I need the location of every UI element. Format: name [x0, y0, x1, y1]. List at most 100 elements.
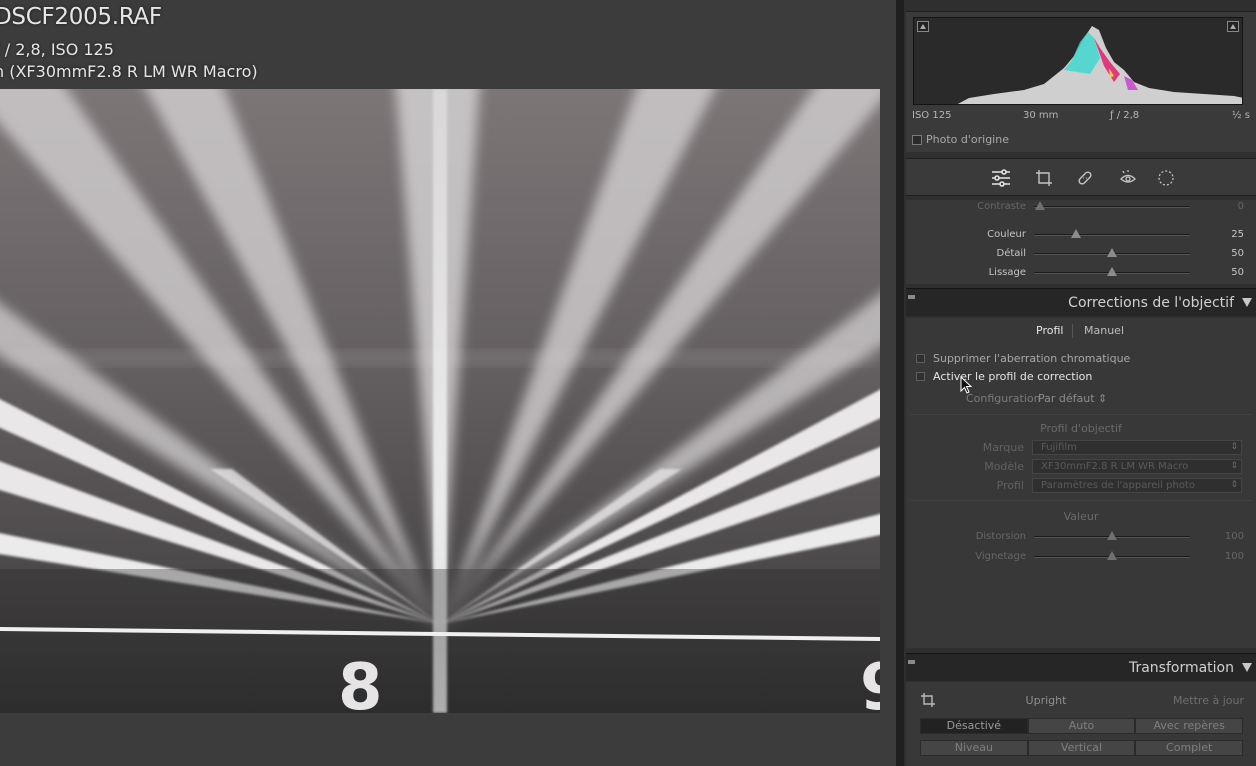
model-select[interactable]: XF30mmF2.8 R LM WR Macro — [1032, 459, 1242, 474]
red-eye-icon[interactable] — [1117, 167, 1139, 189]
panel-divider[interactable] — [896, 0, 904, 766]
smoothness-label: Lissage — [988, 267, 1026, 278]
section-switch-icon[interactable] — [908, 660, 915, 664]
distortion-thumb[interactable] — [1107, 531, 1117, 540]
divider — [910, 414, 1252, 415]
collapse-triangle-icon[interactable] — [1242, 663, 1252, 672]
histogram[interactable] — [913, 17, 1243, 105]
enable-profile-row[interactable]: Activer le profil de correction — [916, 370, 1092, 383]
photo-viewer[interactable]: DSCF2005.RAF f / 2,8, ISO 125 n (XF30mmF… — [0, 0, 896, 766]
upright-row-2: Niveau Vertical Complet — [920, 740, 1244, 756]
upright-guided-button[interactable]: Avec repères — [1135, 718, 1244, 734]
tab-profile[interactable]: Profil — [1036, 324, 1063, 337]
detail-track[interactable] — [1034, 248, 1190, 257]
enable-profile-checkbox[interactable] — [916, 372, 925, 381]
detail-panel: Contraste 0 Couleur 25 Détail 50 Lissage… — [906, 200, 1256, 284]
develop-right-panel: ISO 125 30 mm ƒ / 2,8 ½ s Photo d'origin… — [904, 0, 1256, 766]
upright-off-button[interactable]: Désactivé — [920, 718, 1028, 734]
tab-separator — [1072, 324, 1073, 338]
distortion-slider-row[interactable]: Distorsion 100 — [906, 530, 1256, 544]
vignetting-track[interactable] — [1034, 551, 1190, 560]
update-button[interactable]: Mettre à jour — [1173, 694, 1244, 707]
transformation-header[interactable]: Transformation — [906, 653, 1256, 681]
detail-label: Détail — [996, 248, 1026, 259]
make-label: Marque — [982, 441, 1024, 454]
enable-profile-label: Activer le profil de correction — [933, 370, 1093, 383]
upright-vertical-button[interactable]: Vertical — [1027, 740, 1136, 756]
upright-row-1: Désactivé Auto Avec repères — [920, 718, 1244, 734]
mask-icon[interactable] — [1155, 167, 1177, 189]
lens-corrections-header[interactable]: Corrections de l'objectif — [906, 288, 1256, 316]
make-row[interactable]: Marque Fujifilm — [906, 440, 1256, 455]
vignetting-slider-row[interactable]: Vignetage 100 — [906, 550, 1256, 564]
remove-ca-checkbox[interactable] — [916, 354, 925, 363]
lightroom-develop-window: DSCF2005.RAF f / 2,8, ISO 125 n (XF30mmF… — [0, 0, 1256, 766]
info-overlay-exposure: f / 2,8, ISO 125 — [0, 40, 114, 59]
shadow-clipping-icon[interactable] — [917, 21, 929, 32]
svg-text:8: 8 — [338, 651, 383, 713]
collapse-triangle-icon[interactable] — [1242, 298, 1252, 307]
make-select[interactable]: Fujifilm — [1032, 440, 1242, 455]
color-slider-row[interactable]: Couleur 25 — [906, 228, 1256, 242]
tool-strip — [906, 158, 1256, 196]
upright-label: Upright — [1025, 694, 1067, 707]
distortion-label: Distorsion — [975, 531, 1026, 542]
smoothness-value[interactable]: 50 — [1231, 267, 1244, 278]
histogram-graph — [957, 26, 1242, 104]
upright-level-button[interactable]: Niveau — [920, 740, 1028, 756]
detail-thumb[interactable] — [1107, 248, 1117, 257]
detail-value[interactable]: 50 — [1231, 248, 1244, 259]
vignetting-thumb[interactable] — [1107, 551, 1117, 560]
highlight-clipping-icon[interactable] — [1227, 21, 1239, 32]
healing-icon[interactable] — [1074, 167, 1096, 189]
amount-title: Valeur — [1063, 510, 1099, 523]
contrast-label: Contraste — [977, 201, 1026, 212]
color-thumb[interactable] — [1071, 229, 1082, 238]
lens-profile-title: Profil d'objectif — [1040, 422, 1122, 435]
color-track[interactable] — [1034, 229, 1190, 238]
profile-select[interactable]: Paramètres de l'appareil photo — [1032, 478, 1242, 493]
contrast-slider-row[interactable]: Contraste 0 — [906, 200, 1256, 214]
vignetting-value[interactable]: 100 — [1225, 551, 1244, 562]
detail-slider-row[interactable]: Détail 50 — [906, 247, 1256, 261]
edit-sliders-icon[interactable] — [990, 167, 1012, 189]
crop-icon[interactable] — [1033, 167, 1055, 189]
smoothness-thumb[interactable] — [1107, 267, 1117, 276]
profile-label: Profil — [996, 479, 1024, 492]
histogram-exif: ISO 125 30 mm ƒ / 2,8 ½ s — [912, 110, 1250, 124]
mouse-pointer-icon — [960, 375, 973, 398]
focal-length-value: 30 mm — [1023, 110, 1059, 121]
contrast-value[interactable]: 0 — [1238, 201, 1244, 212]
model-row[interactable]: Modèle XF30mmF2.8 R LM WR Macro — [906, 459, 1256, 474]
iso-value: ISO 125 — [912, 110, 952, 121]
remove-ca-label: Supprimer l'aberration chromatique — [933, 352, 1131, 365]
configuration-select[interactable]: Par défaut ⇕ — [1038, 392, 1107, 405]
remove-ca-row[interactable]: Supprimer l'aberration chromatique — [916, 352, 1130, 365]
distortion-value[interactable]: 100 — [1225, 531, 1244, 542]
profile-row[interactable]: Profil Paramètres de l'appareil photo — [906, 478, 1256, 493]
info-overlay-lens: n (XF30mmF2.8 R LM WR Macro) — [0, 62, 258, 81]
upright-full-button[interactable]: Complet — [1135, 740, 1244, 756]
smoothness-track[interactable] — [1034, 267, 1190, 276]
contrast-thumb[interactable] — [1035, 201, 1046, 210]
section-switch-icon[interactable] — [908, 295, 915, 299]
transformation-panel: Upright Mettre à jour Désactivé Auto Ave… — [906, 682, 1256, 766]
contrast-track[interactable] — [1034, 201, 1190, 210]
svg-text:9: 9 — [860, 651, 880, 713]
color-value[interactable]: 25 — [1231, 229, 1244, 240]
original-photo-toggle[interactable]: Photo d'origine — [912, 133, 1009, 146]
histogram-panel: ISO 125 30 mm ƒ / 2,8 ½ s Photo d'origin… — [906, 11, 1256, 152]
color-label: Couleur — [987, 229, 1026, 240]
smoothness-slider-row[interactable]: Lissage 50 — [906, 266, 1256, 280]
tab-manual[interactable]: Manuel — [1084, 324, 1124, 337]
original-photo-checkbox[interactable] — [912, 134, 922, 145]
original-photo-label: Photo d'origine — [926, 133, 1009, 146]
shutter-value: ½ s — [1231, 110, 1250, 121]
configuration-row[interactable]: Configuration Par défaut ⇕ — [966, 392, 1107, 405]
photo-canvas[interactable]: 8 9 — [0, 89, 880, 713]
distortion-track[interactable] — [1034, 531, 1190, 540]
lens-corrections-title: Corrections de l'objectif — [1068, 295, 1234, 311]
photo-image: 8 9 — [0, 89, 880, 713]
lens-corrections-panel: Profil Manuel Supprimer l'aberration chr… — [906, 318, 1256, 648]
upright-auto-button[interactable]: Auto — [1027, 718, 1136, 734]
